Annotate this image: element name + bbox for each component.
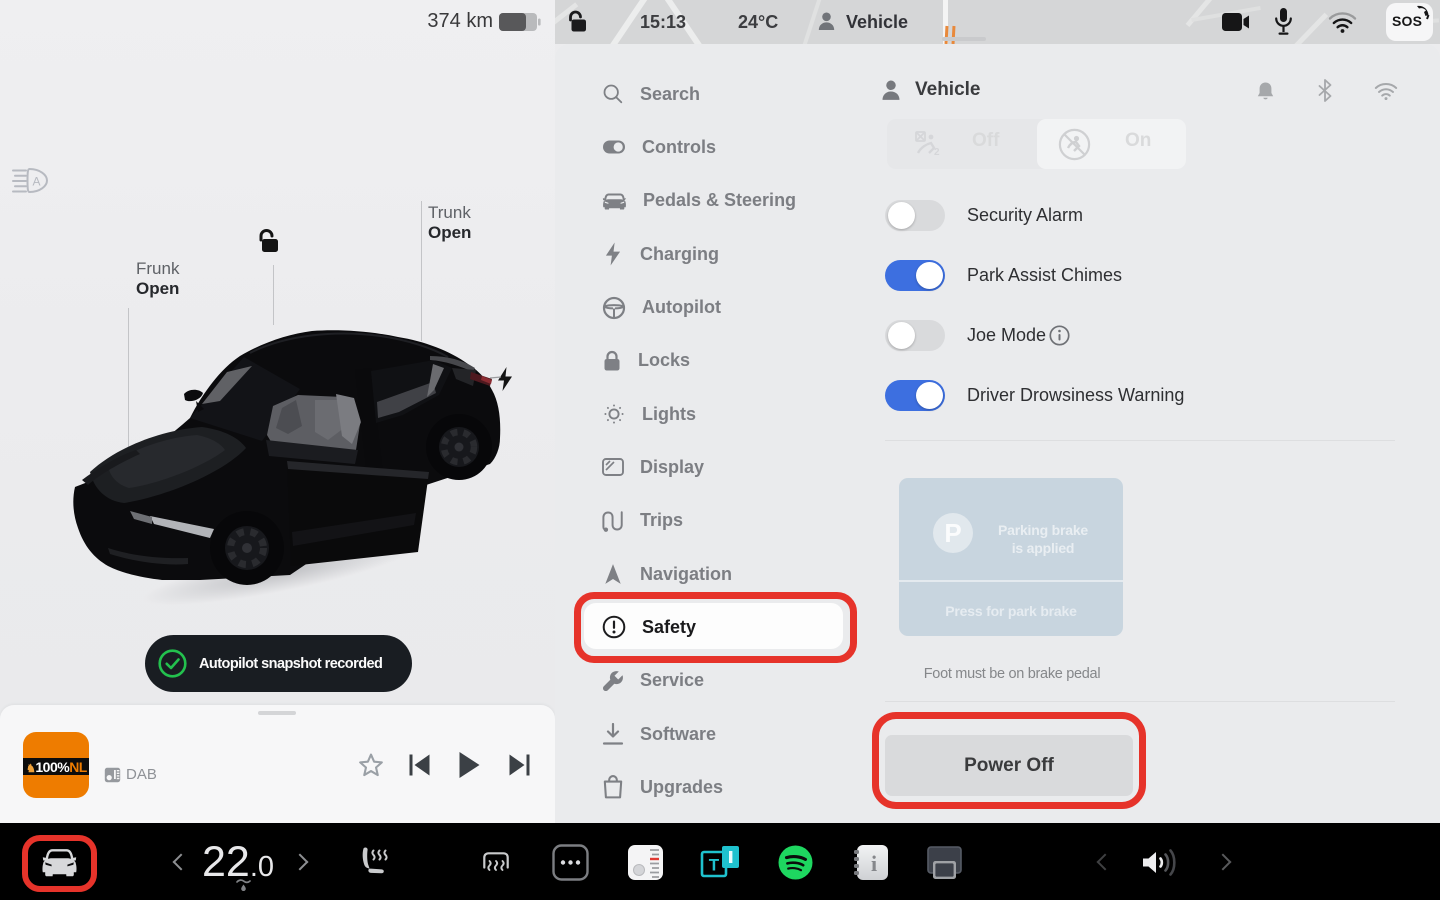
- svg-text:A: A: [32, 175, 40, 189]
- svg-text:T: T: [709, 856, 720, 875]
- svg-text:i: i: [871, 851, 877, 876]
- svg-text:2: 2: [934, 147, 940, 157]
